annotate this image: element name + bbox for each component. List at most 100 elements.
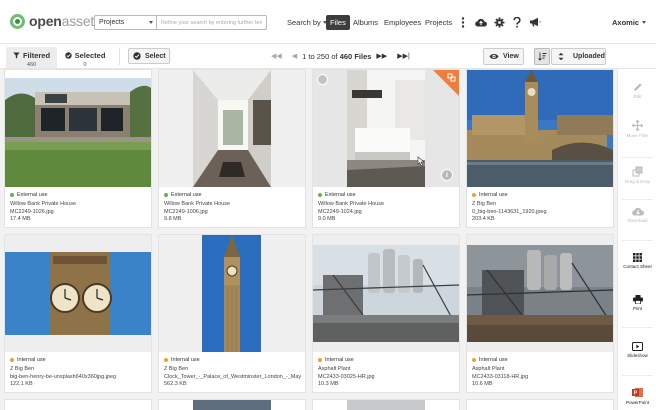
file-thumbnail[interactable] [467, 70, 613, 187]
sidebar-item-slideshow[interactable]: Slideshow [618, 342, 656, 359]
search-by-menu[interactable]: Search by [287, 15, 327, 30]
usage-label: Internal use [171, 357, 200, 363]
search-input[interactable] [157, 15, 267, 30]
nav-projects[interactable]: Projects [425, 15, 452, 30]
last-page-icon[interactable]: ▶▶| [397, 52, 410, 60]
usage-label: Internal use [479, 192, 508, 198]
file-thumbnail[interactable] [347, 400, 425, 410]
file-card[interactable]: Internal use Z Big Ben 0_big-ben-1143631… [466, 69, 614, 228]
upload-cloud-icon[interactable] [475, 16, 487, 28]
pager-total: 460 Files [339, 51, 372, 61]
external-use-dot [318, 193, 322, 197]
sort-direction-button[interactable] [534, 48, 550, 65]
internal-use-dot [164, 358, 168, 362]
nav-files[interactable]: Files [326, 15, 350, 30]
check-circle-icon [64, 52, 72, 59]
file-name: MC2249-1024.jpg [318, 208, 362, 215]
openasset-logo[interactable]: openasset [10, 13, 94, 29]
edit-icon [633, 83, 642, 91]
file-grid: External use Willow Bank Private House M… [0, 69, 617, 410]
settings-icon[interactable] [493, 16, 505, 28]
tab-filtered[interactable]: Filtered 460 [6, 47, 57, 68]
file-thumbnail[interactable] [313, 235, 459, 352]
nav-albums[interactable]: Albums [353, 15, 378, 30]
file-card[interactable]: i External use Willow Bank Private House… [312, 69, 460, 228]
sidebar-label: Move Files [626, 133, 649, 138]
file-card[interactable]: Internal use Asphalt Plant MC2433-03025-… [312, 234, 460, 393]
file-thumbnail[interactable] [193, 400, 271, 410]
move-files-icon [632, 120, 643, 131]
file-card[interactable] [312, 399, 460, 410]
sidebar-divider [622, 199, 653, 200]
file-card[interactable]: Internal use Z Big Ben big-ben-henry-be-… [4, 234, 152, 393]
print-icon [632, 295, 643, 304]
usage-label: External use [325, 192, 356, 198]
file-thumbnail[interactable] [5, 235, 151, 352]
asphalt-plant-image [313, 245, 459, 342]
house-exterior-image [5, 70, 151, 187]
sidebar-item-edit[interactable]: Edit [618, 82, 656, 100]
usage-rights: Internal use [10, 356, 147, 364]
sidebar-item-drag-drop[interactable]: Drag & Drop [618, 166, 656, 185]
sort-field-select[interactable]: Uploaded [551, 48, 606, 65]
select-checkbox-icon[interactable] [317, 74, 328, 85]
filter-icon [13, 52, 20, 59]
file-card[interactable]: Internal use Z Big Ben Clock_Tower_-_Pal… [158, 234, 306, 393]
first-page-icon[interactable]: ◀◀ [271, 52, 282, 60]
file-card[interactable]: Internal use Asphalt Plant MC2433-03118-… [466, 234, 614, 393]
file-thumbnail[interactable] [159, 235, 305, 352]
big-ben-tower-image [202, 235, 261, 352]
big-ben-clock-image [5, 252, 151, 335]
file-thumbnail[interactable]: i [313, 70, 459, 187]
info-icon[interactable]: i [441, 169, 453, 181]
sidebar-item-download[interactable]: Download [618, 207, 656, 224]
usage-rights: External use [318, 191, 455, 199]
next-page-icon[interactable]: ▶▶ [376, 52, 387, 60]
usage-label: Internal use [479, 357, 508, 363]
file-card[interactable]: External use Willow Bank Private House M… [158, 69, 306, 228]
file-thumbnail[interactable] [467, 235, 613, 352]
file-name: Clock_Tower_-_Palace_of_Westminster_Lond… [164, 373, 301, 380]
filtered-label: Filtered [22, 51, 51, 60]
announcement-icon[interactable] [529, 16, 541, 28]
file-thumbnail[interactable] [159, 70, 305, 187]
file-thumbnail[interactable] [5, 70, 151, 187]
house-corridor-image [193, 70, 271, 187]
external-use-dot [10, 193, 14, 197]
sidebar-item-contact-sheet[interactable]: Contact Sheet [618, 253, 656, 270]
select-button[interactable]: Select [128, 48, 170, 64]
asphalt-plant-image [467, 245, 613, 342]
file-card[interactable]: External use Willow Bank Private House M… [4, 69, 152, 228]
tab-selected[interactable]: Selected 0 [61, 47, 109, 68]
file-name: MC2433-03118-HR.jpg [472, 373, 529, 380]
sidebar-label: PowerPoint [625, 400, 649, 405]
user-menu[interactable]: Axomic [612, 15, 647, 30]
usage-label: External use [171, 192, 202, 198]
search-scope-select[interactable]: Projects [94, 15, 157, 30]
view-button[interactable]: View [483, 48, 524, 65]
file-card[interactable] [466, 399, 614, 410]
help-icon[interactable] [511, 16, 523, 28]
search-scope-value: Projects [99, 19, 125, 26]
download-icon [631, 207, 644, 216]
more-icon[interactable] [457, 16, 469, 28]
external-use-dot [164, 193, 168, 197]
sidebar-divider [622, 240, 653, 241]
sidebar-item-move-files[interactable]: Move Files [618, 120, 656, 139]
chevron-down-icon [642, 21, 647, 24]
file-name: MC2433-03025-HR.jpg [318, 373, 375, 380]
usage-rights: Internal use [318, 356, 455, 364]
sidebar-item-print[interactable]: Print [618, 295, 656, 312]
sidebar-item-powerpoint[interactable]: P PowerPoint [618, 387, 656, 406]
nav-employees[interactable]: Employees [384, 15, 421, 30]
previous-page-icon[interactable]: ◀ [292, 52, 297, 60]
file-card[interactable] [4, 399, 152, 410]
search-by-label: Search by [287, 18, 321, 27]
sidebar-divider [622, 375, 653, 376]
file-card[interactable] [158, 399, 306, 410]
sidebar-label: Edit [633, 94, 642, 99]
powerpoint-icon: P [632, 388, 643, 397]
pagination: ◀◀ ◀ 1 to 250 of 460 Files ▶▶ ▶▶| [266, 48, 415, 64]
sidebar-label: Drag & Drop [624, 179, 650, 184]
file-name: big-ben-henry-be-unsplash640x360jpg.jpeg [10, 373, 117, 380]
